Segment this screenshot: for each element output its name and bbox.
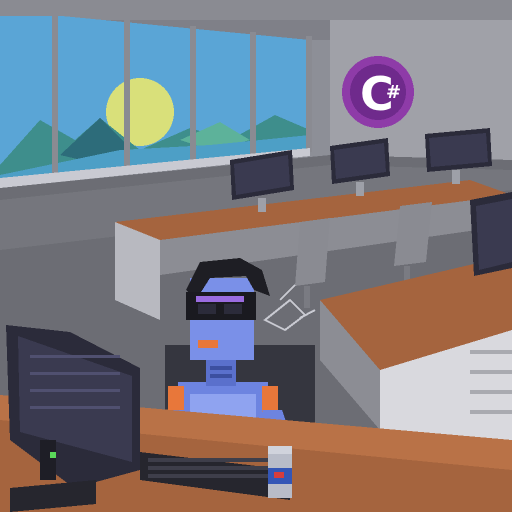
- monitor: [470, 192, 512, 276]
- pixel-art-illustration: C #: [0, 0, 512, 512]
- office-scene: C #: [0, 0, 512, 512]
- csharp-logo: C #: [342, 56, 414, 128]
- power-light: [50, 452, 56, 458]
- logo-symbol: #: [386, 82, 401, 103]
- energy-drink-can-icon: [268, 446, 292, 498]
- mouth-panel: [198, 340, 218, 348]
